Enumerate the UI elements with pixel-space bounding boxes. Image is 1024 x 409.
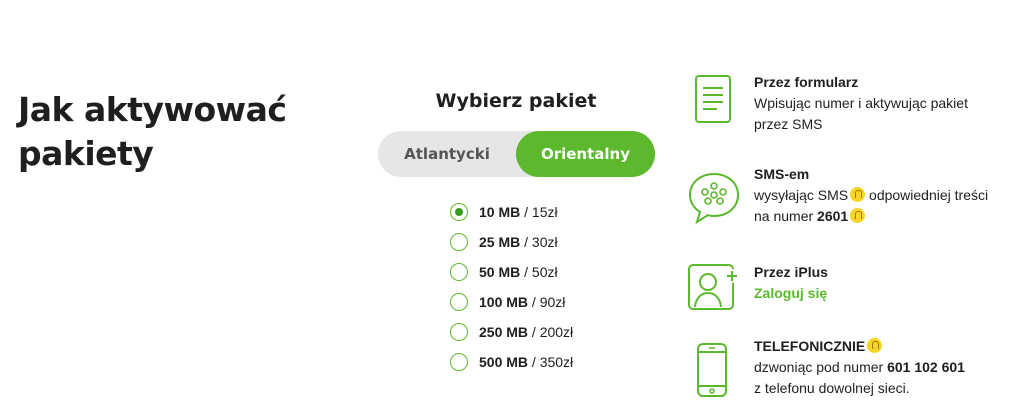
toggle-option-orientalny[interactable]: Orientalny <box>516 131 655 177</box>
method-sms: SMS-em wysyłając SMS odpowiedniej treści… <box>686 164 1016 230</box>
package-size: 250 MB <box>479 324 529 340</box>
package-size: 100 MB <box>479 294 529 310</box>
method-sms-heading: SMS-em <box>754 166 810 182</box>
radio-button[interactable] <box>450 293 468 311</box>
package-label: 500 MB / 350zł <box>479 354 573 370</box>
page-title-line-2: pakiety <box>18 134 154 173</box>
package-option-50mb[interactable]: 50 MB / 50zł <box>450 261 630 283</box>
page-title: Jak aktywować pakiety <box>18 88 318 176</box>
package-size: 10 MB <box>479 204 521 220</box>
method-sms-desc-1a: wysyłając SMS <box>754 187 849 203</box>
package-type-toggle: Atlantycki Orientalny <box>378 131 655 177</box>
package-label: 50 MB / 50zł <box>479 264 558 280</box>
method-sms-desc-1b: odpowiedniej treści <box>865 187 989 203</box>
method-phone: TELEFONICZNIE dzwoniąc pod numer 601 102… <box>686 336 1016 402</box>
method-sms-desc-1: wysyłając SMS odpowiedniej treści <box>754 185 1024 206</box>
package-label: 10 MB / 15zł <box>479 204 558 220</box>
package-price: / 15zł <box>520 204 558 220</box>
package-price: / 30zł <box>520 234 558 250</box>
method-iplus-text: Przez iPlus Zaloguj się <box>754 262 1024 304</box>
package-label: 100 MB / 90zł <box>479 294 565 310</box>
smartphone-icon <box>686 342 740 403</box>
sms-number: 2601 <box>817 208 849 224</box>
package-price: / 90zł <box>528 294 566 310</box>
package-price: / 50zł <box>520 264 558 280</box>
phone-number: 601 102 601 <box>887 359 965 375</box>
method-phone-desc-1a: dzwoniąc pod numer <box>754 359 888 375</box>
method-sms-desc-2a: na numer <box>754 208 818 224</box>
method-phone-heading: TELEFONICZNIE <box>754 338 866 354</box>
method-phone-desc-2: z telefonu dowolnej sieci. <box>754 380 910 396</box>
toggle-option-atlantycki[interactable]: Atlantycki <box>378 131 516 177</box>
package-option-25mb[interactable]: 25 MB / 30zł <box>450 231 630 253</box>
package-option-500mb[interactable]: 500 MB / 350zł <box>450 351 630 373</box>
package-size: 50 MB <box>479 264 521 280</box>
method-form: Przez formularz Wpisując numer i aktywuj… <box>686 72 1016 132</box>
method-form-desc-2: przez SMS <box>754 116 823 132</box>
package-picker-title: Wybierz pakiet <box>435 90 597 112</box>
radio-button[interactable] <box>450 233 468 251</box>
package-size: 500 MB <box>479 354 529 370</box>
document-icon <box>686 72 740 131</box>
method-sms-text: SMS-em wysyłając SMS odpowiedniej treści… <box>754 164 1024 227</box>
package-size: 25 MB <box>479 234 521 250</box>
radio-button[interactable] <box>450 263 468 281</box>
package-price: / 200zł <box>528 324 574 340</box>
user-profile-icon <box>686 262 740 321</box>
package-option-10mb[interactable]: 10 MB / 15zł <box>450 201 630 223</box>
method-phone-desc-1: dzwoniąc pod numer 601 102 601 <box>754 357 1024 378</box>
method-form-text: Przez formularz Wpisując numer i aktywuj… <box>754 72 1024 135</box>
hint-bulb-icon[interactable] <box>850 208 866 223</box>
hint-bulb-icon[interactable] <box>867 338 883 353</box>
package-label: 25 MB / 30zł <box>479 234 558 250</box>
method-iplus-heading: Przez iPlus <box>754 264 828 280</box>
package-price: / 350zł <box>528 354 574 370</box>
method-form-heading: Przez formularz <box>754 74 859 90</box>
method-iplus: Przez iPlus Zaloguj się <box>686 262 1016 312</box>
method-phone-heading-row: TELEFONICZNIE <box>754 336 1024 357</box>
method-phone-text: TELEFONICZNIE dzwoniąc pod numer 601 102… <box>754 336 1024 399</box>
radio-button[interactable] <box>450 353 468 371</box>
page-title-line-1: Jak aktywować <box>18 90 287 129</box>
method-form-desc-1: Wpisując numer i aktywując pakiet <box>754 95 968 111</box>
radio-button-checked[interactable] <box>450 203 468 221</box>
login-link[interactable]: Zaloguj się <box>754 283 1024 304</box>
method-sms-desc-2: na numer 2601 <box>754 206 1024 227</box>
hint-bulb-icon[interactable] <box>850 187 866 202</box>
package-option-250mb[interactable]: 250 MB / 200zł <box>450 321 630 343</box>
package-option-100mb[interactable]: 100 MB / 90zł <box>450 291 630 313</box>
radio-button[interactable] <box>450 323 468 341</box>
package-label: 250 MB / 200zł <box>479 324 573 340</box>
chat-bubble-icon <box>686 170 742 231</box>
